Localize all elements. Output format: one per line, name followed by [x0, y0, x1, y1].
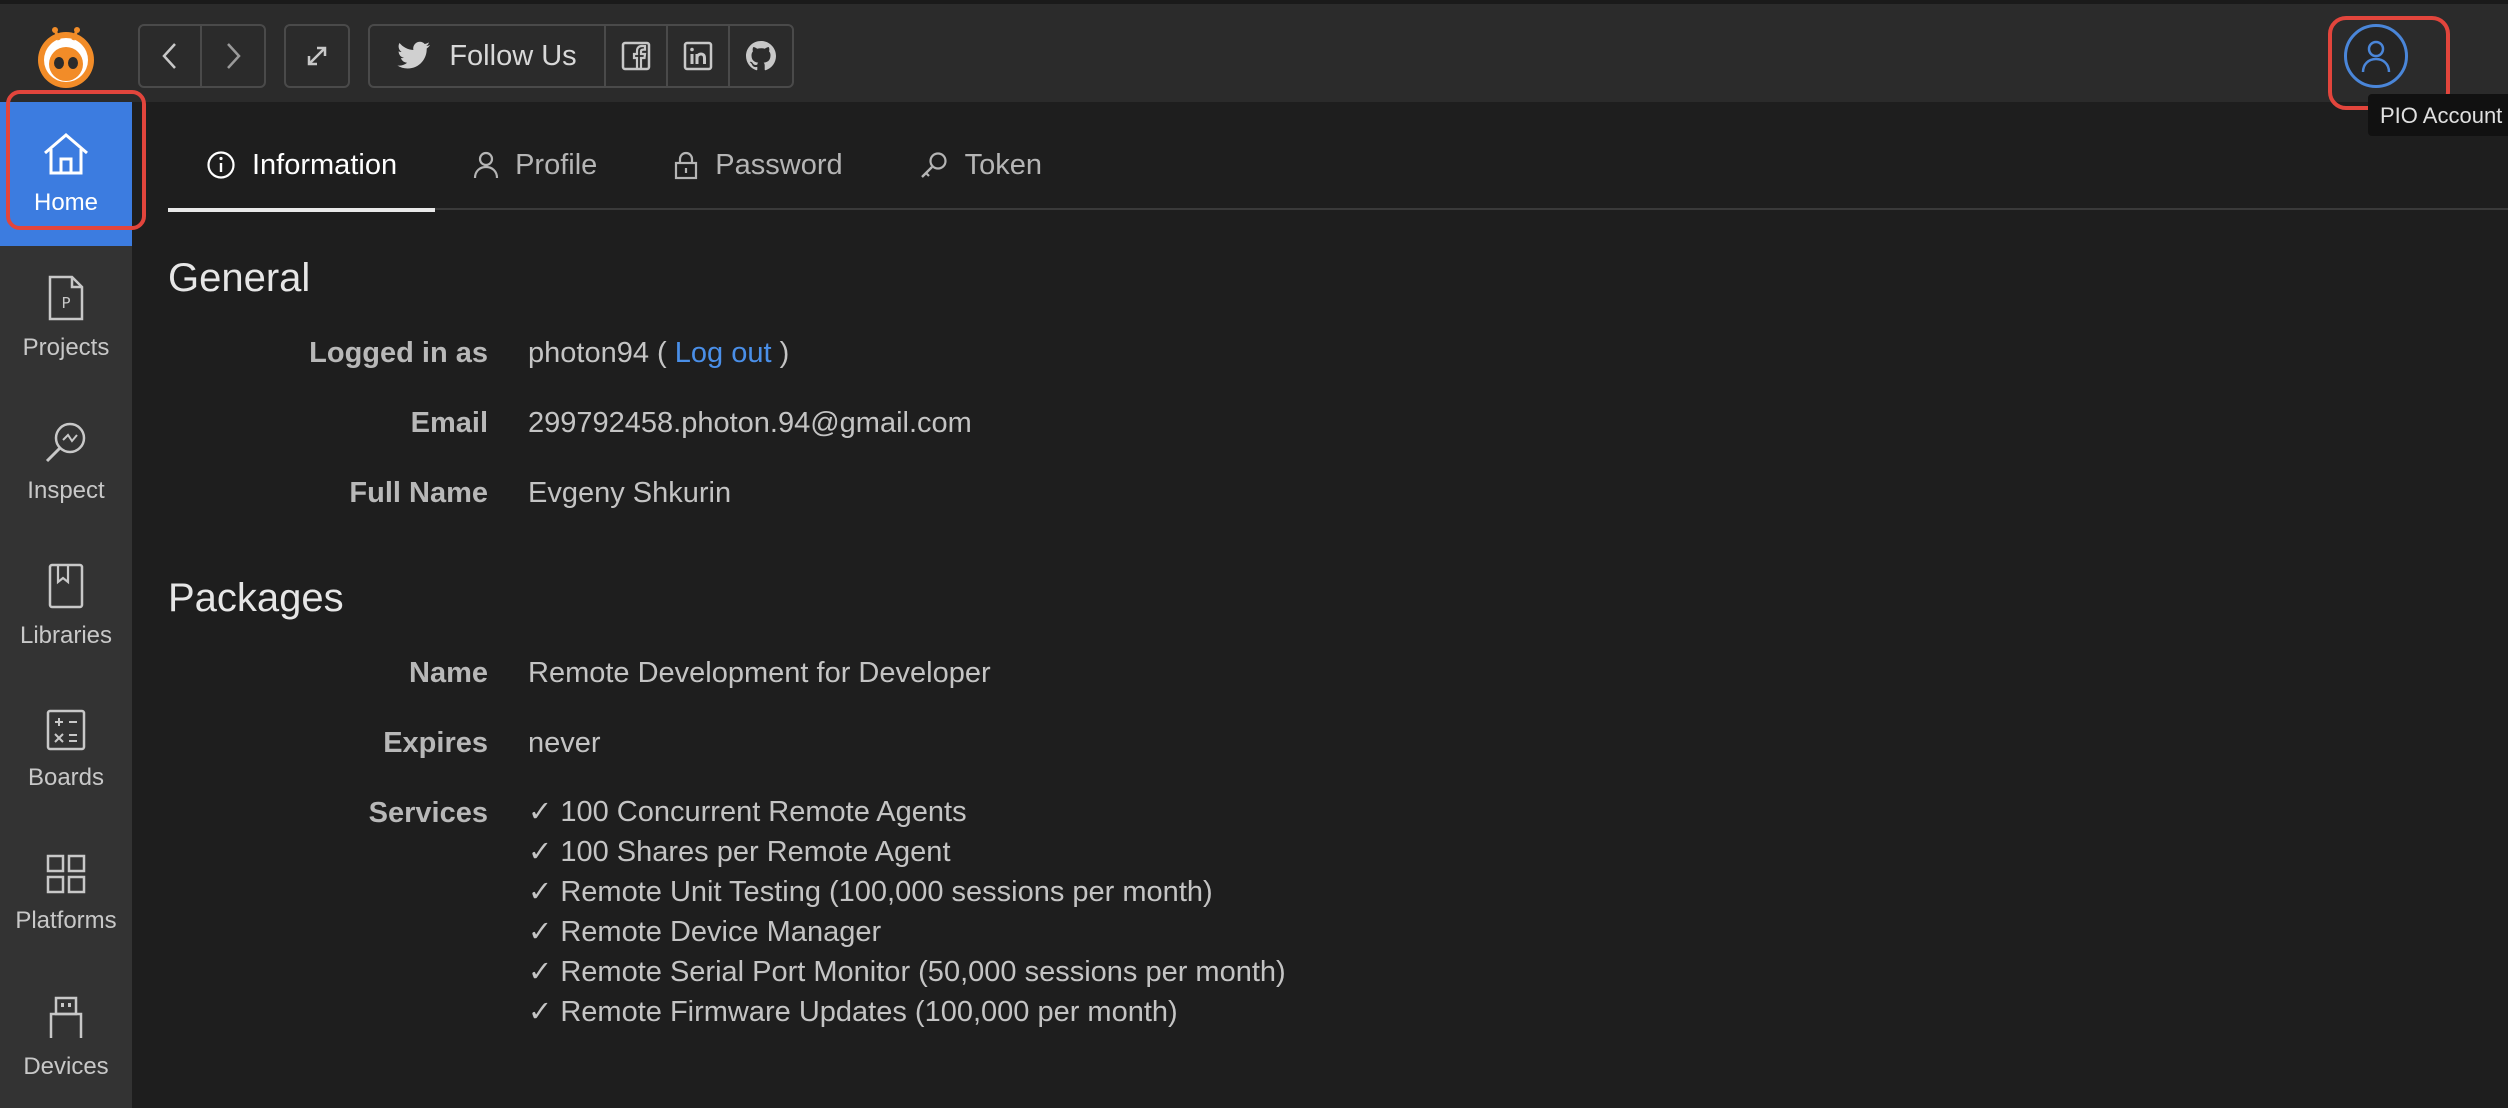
paren-open: (	[657, 337, 667, 369]
user-icon	[2361, 40, 2391, 73]
linkedin-button[interactable]	[668, 26, 730, 86]
sidebar-item-label: Boards	[27, 764, 105, 791]
svg-text:P: P	[61, 294, 70, 312]
sidebar-item-label: Libraries	[19, 622, 113, 649]
key-icon	[920, 152, 947, 178]
top-toolbar: Follow Us	[0, 0, 2508, 110]
book-icon	[48, 563, 84, 609]
general-heading: General	[168, 256, 311, 300]
email-value: 299792458.photon.94@gmail.com	[528, 407, 972, 439]
username: photon94	[528, 337, 649, 369]
sidebar: Home P Projects Inspect Libraries Boards…	[0, 102, 132, 1108]
calculator-icon	[46, 709, 86, 751]
expand-icon	[307, 46, 327, 66]
sidebar-item-label: Devices	[23, 1053, 109, 1080]
tab-profile[interactable]: Profile	[435, 120, 635, 210]
chevron-right-icon	[227, 43, 241, 69]
twitter-icon	[397, 41, 431, 69]
history-nav-group	[138, 24, 266, 88]
app-window: Follow Us PIO Account Home P Projects In…	[0, 0, 2508, 1108]
tab-label: Password	[715, 148, 843, 181]
user-icon	[473, 151, 499, 179]
tab-label: Token	[964, 148, 1042, 181]
sidebar-item-label: Platforms	[15, 907, 117, 934]
tab-label: Information	[252, 148, 398, 181]
tab-information[interactable]: Information	[168, 120, 436, 212]
list-item: ✓ Remote Serial Port Monitor (50,000 ses…	[528, 956, 1286, 988]
sidebar-item-inspect[interactable]: Inspect	[0, 390, 132, 534]
list-item: ✓ Remote Unit Testing (100,000 sessions …	[528, 876, 1213, 908]
expires-value: never	[528, 727, 601, 759]
list-item: ✓ 100 Concurrent Remote Agents	[528, 796, 967, 828]
sidebar-item-platforms[interactable]: Platforms	[0, 822, 132, 966]
sidebar-item-libraries[interactable]: Libraries	[0, 534, 132, 678]
linkedin-icon	[683, 41, 713, 71]
logged-in-value: photon94 ( Log out )	[528, 337, 789, 370]
sidebar-item-home[interactable]: Home	[0, 102, 132, 246]
tab-token[interactable]: Token	[881, 120, 1080, 210]
sidebar-item-devices[interactable]: Devices	[0, 966, 132, 1108]
logout-link[interactable]: Log out	[675, 337, 772, 369]
lock-icon	[675, 151, 698, 180]
follow-us-twitter-button[interactable]: Follow Us	[370, 26, 606, 86]
fullname-value: Evgeny Shkurin	[528, 477, 732, 509]
list-item: ✓ Remote Device Manager	[528, 916, 882, 948]
info-icon	[207, 151, 235, 179]
back-button[interactable]	[140, 26, 202, 86]
sidebar-item-label: Projects	[22, 334, 110, 361]
inspect-icon	[45, 422, 86, 463]
sidebar-item-label: Inspect	[27, 477, 105, 504]
expand-group	[284, 24, 350, 88]
list-item: ✓ Remote Firmware Updates (100,000 per m…	[528, 996, 1178, 1028]
list-item: ✓ 100 Shares per Remote Agent	[528, 836, 951, 868]
social-group: Follow Us	[368, 24, 794, 88]
packages-heading: Packages	[168, 576, 344, 620]
sidebar-item-projects[interactable]: P Projects	[0, 246, 132, 390]
home-icon	[44, 133, 88, 175]
forward-button[interactable]	[202, 26, 264, 86]
paren-close: )	[779, 337, 790, 369]
package-name-label: Name	[409, 657, 488, 689]
services-label: Services	[368, 797, 488, 829]
account-tabs: Information Profile Password Token	[168, 120, 2508, 212]
services-list: ✓ 100 Concurrent Remote Agents ✓ 100 Sha…	[528, 792, 1286, 1032]
logged-in-label: Logged in as	[309, 337, 488, 369]
pio-account-button[interactable]	[2344, 24, 2408, 88]
package-name-value: Remote Development for Developer	[528, 657, 991, 689]
follow-us-label: Follow Us	[449, 39, 577, 72]
project-file-icon: P	[48, 275, 84, 321]
usb-icon	[49, 996, 83, 1038]
platformio-logo[interactable]	[34, 26, 98, 90]
fullname-label: Full Name	[349, 477, 488, 509]
chevron-left-icon	[162, 43, 176, 69]
github-icon	[746, 41, 776, 71]
grid-icon	[46, 854, 86, 894]
email-label: Email	[410, 407, 488, 439]
sidebar-item-label: Home	[33, 189, 99, 216]
sidebar-item-boards[interactable]: Boards	[0, 678, 132, 822]
facebook-icon	[621, 41, 651, 71]
facebook-button[interactable]	[606, 26, 668, 86]
expires-label: Expires	[383, 727, 488, 759]
tab-password[interactable]: Password	[635, 120, 880, 210]
tab-label: Profile	[515, 148, 598, 181]
github-button[interactable]	[730, 26, 792, 86]
fullscreen-button[interactable]	[286, 26, 348, 86]
